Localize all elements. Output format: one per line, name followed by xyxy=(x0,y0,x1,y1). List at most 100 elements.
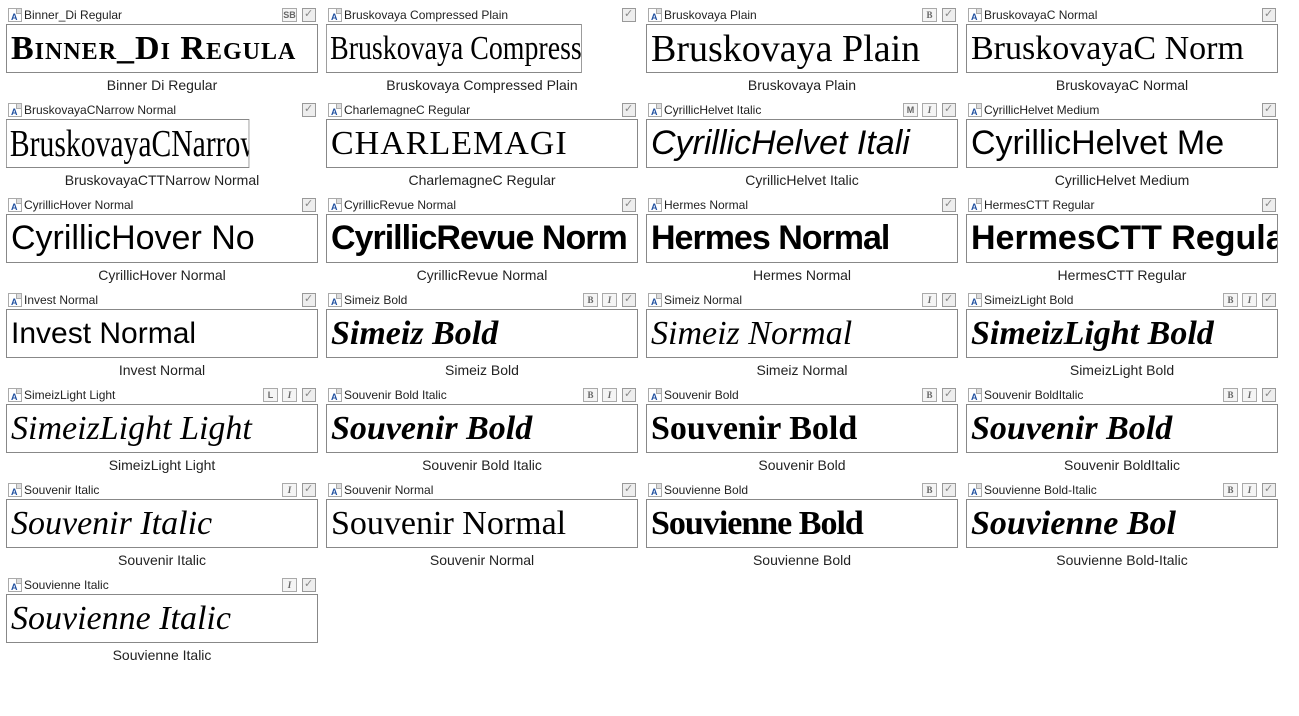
font-checkbox[interactable] xyxy=(622,103,636,117)
font-checkbox[interactable] xyxy=(302,483,316,497)
font-caption: Souvienne Bold xyxy=(646,548,958,568)
font-checkbox[interactable] xyxy=(622,198,636,212)
font-caption: BruskovayaCTTNarrow Normal xyxy=(6,168,318,188)
font-cell[interactable]: Souvienne BoldBSouvienne BoldSouvienne B… xyxy=(646,481,958,568)
font-checkbox[interactable] xyxy=(1262,8,1276,22)
font-preview[interactable]: Bruskovaya Plain xyxy=(646,24,958,73)
font-cell[interactable]: CyrillicHelvet MediumCyrillicHelvet MeCy… xyxy=(966,101,1278,188)
font-cell[interactable]: Simeiz NormalISimeiz NormalSimeiz Normal xyxy=(646,291,958,378)
font-cell[interactable]: Souvienne ItalicISouvienne ItalicSouvien… xyxy=(6,576,318,663)
font-checkbox[interactable] xyxy=(942,293,956,307)
font-cell[interactable]: SimeizLight BoldBISimeizLight BoldSimeiz… xyxy=(966,291,1278,378)
font-cell[interactable]: SimeizLight LightLISimeizLight LightSime… xyxy=(6,386,318,473)
font-title: Simeiz Bold xyxy=(344,293,579,307)
font-checkbox[interactable] xyxy=(622,388,636,402)
font-preview[interactable]: Souvenir Italic xyxy=(6,499,318,548)
font-preview[interactable]: CHARLEMAGI xyxy=(326,119,638,168)
font-cell[interactable]: Souvienne Bold-ItalicBISouvienne BolSouv… xyxy=(966,481,1278,568)
font-preview[interactable]: Simeiz Bold xyxy=(326,309,638,358)
style-badge: I xyxy=(1242,293,1257,307)
font-checkbox[interactable] xyxy=(942,198,956,212)
font-preview[interactable]: Binner_Di Regula xyxy=(6,24,318,73)
font-title: CharlemagneC Regular xyxy=(344,103,617,117)
font-caption: Bruskovaya Plain xyxy=(646,73,958,93)
font-checkbox[interactable] xyxy=(942,388,956,402)
font-cell[interactable]: CyrillicRevue NormalCyrillicRevue NormCy… xyxy=(326,196,638,283)
font-preview[interactable]: BruskovayaC Norm xyxy=(966,24,1278,73)
font-cell[interactable]: CyrillicHover NormalCyrillicHover NoCyri… xyxy=(6,196,318,283)
font-checkbox[interactable] xyxy=(1262,388,1276,402)
font-checkbox[interactable] xyxy=(942,8,956,22)
font-cell[interactable]: Invest NormalInvest NormalInvest Normal xyxy=(6,291,318,378)
font-header-row: SimeizLight BoldBI xyxy=(966,291,1278,309)
font-preview[interactable]: Souvienne Bold xyxy=(646,499,958,548)
font-cell[interactable]: Souvenir NormalSouvenir NormalSouvenir N… xyxy=(326,481,638,568)
font-checkbox[interactable] xyxy=(622,293,636,307)
font-preview[interactable]: CyrillicHelvet Itali xyxy=(646,119,958,168)
font-checkbox[interactable] xyxy=(302,8,316,22)
font-preview[interactable]: CyrillicRevue Norm xyxy=(326,214,638,263)
font-preview[interactable]: BruskovayaCNarrow Norma xyxy=(6,119,249,168)
font-cell[interactable]: BruskovayaCNarrow NormalBruskovayaCNarro… xyxy=(6,101,318,188)
font-header-row: Souvenir ItalicI xyxy=(6,481,318,499)
font-checkbox[interactable] xyxy=(302,198,316,212)
font-caption: Binner Di Regular xyxy=(6,73,318,93)
font-preview[interactable]: Souvenir Bold xyxy=(966,404,1278,453)
font-caption: Hermes Normal xyxy=(646,263,958,283)
font-checkbox[interactable] xyxy=(302,578,316,592)
font-header-row: Souvenir BoldItalicBI xyxy=(966,386,1278,404)
font-header-row: Invest Normal xyxy=(6,291,318,309)
font-title: Souvienne Bold-Italic xyxy=(984,483,1219,497)
font-checkbox[interactable] xyxy=(302,293,316,307)
font-checkbox[interactable] xyxy=(1262,103,1276,117)
font-cell[interactable]: BruskovayaC NormalBruskovayaC NormBrusko… xyxy=(966,6,1278,93)
font-preview[interactable]: Simeiz Normal xyxy=(646,309,958,358)
style-badge: B xyxy=(922,388,937,402)
font-header-row: Simeiz NormalI xyxy=(646,291,958,309)
font-header-row: Hermes Normal xyxy=(646,196,958,214)
font-cell[interactable]: CharlemagneC RegularCHARLEMAGICharlemagn… xyxy=(326,101,638,188)
font-checkbox[interactable] xyxy=(302,388,316,402)
font-checkbox[interactable] xyxy=(1262,483,1276,497)
font-file-icon xyxy=(328,8,342,22)
font-cell[interactable]: Bruskovaya PlainBBruskovaya PlainBruskov… xyxy=(646,6,958,93)
font-file-icon xyxy=(8,103,22,117)
font-preview[interactable]: CyrillicHover No xyxy=(6,214,318,263)
font-cell[interactable]: Souvenir Bold ItalicBISouvenir BoldSouve… xyxy=(326,386,638,473)
font-checkbox[interactable] xyxy=(622,483,636,497)
font-checkbox[interactable] xyxy=(1262,198,1276,212)
style-badge: I xyxy=(282,483,297,497)
font-cell[interactable]: Souvenir BoldItalicBISouvenir Bold Souven… xyxy=(966,386,1278,473)
font-preview[interactable]: Invest Normal xyxy=(6,309,318,358)
font-preview[interactable]: Souvienne Italic xyxy=(6,594,318,643)
font-cell[interactable]: Souvenir BoldBSouvenir BoldSouvenir Bold xyxy=(646,386,958,473)
font-preview[interactable]: Souvenir Bold xyxy=(646,404,958,453)
font-preview[interactable]: Souvenir Normal xyxy=(326,499,638,548)
font-cell[interactable]: Binner_Di RegularSBBinner_Di RegulaBinne… xyxy=(6,6,318,93)
font-preview[interactable]: SimeizLight Light xyxy=(6,404,318,453)
font-checkbox[interactable] xyxy=(942,483,956,497)
font-preview[interactable]: Bruskovaya Compressed Pla xyxy=(326,24,582,73)
font-header-row: Souvienne ItalicI xyxy=(6,576,318,594)
font-preview[interactable]: SimeizLight Bold xyxy=(966,309,1278,358)
font-checkbox[interactable] xyxy=(302,103,316,117)
font-checkbox[interactable] xyxy=(942,103,956,117)
font-title: BruskovayaC Normal xyxy=(984,8,1257,22)
font-preview[interactable]: Hermes Normal xyxy=(646,214,958,263)
font-cell[interactable]: HermesCTT RegularHermesCTT RegularHermes… xyxy=(966,196,1278,283)
style-badge: B xyxy=(583,388,598,402)
font-checkbox[interactable] xyxy=(622,8,636,22)
font-preview[interactable]: HermesCTT Regular xyxy=(966,214,1278,263)
font-checkbox[interactable] xyxy=(1262,293,1276,307)
font-cell[interactable]: CyrillicHelvet ItalicMICyrillicHelvet It… xyxy=(646,101,958,188)
font-cell[interactable]: Bruskovaya Compressed PlainBruskovaya Co… xyxy=(326,6,638,93)
font-preview[interactable]: Souvenir Bold xyxy=(326,404,638,453)
style-badge: I xyxy=(922,103,937,117)
font-cell[interactable]: Souvenir ItalicISouvenir ItalicSouvenir … xyxy=(6,481,318,568)
font-preview[interactable]: CyrillicHelvet Me xyxy=(966,119,1278,168)
font-cell[interactable]: Hermes NormalHermes NormalHermes Normal xyxy=(646,196,958,283)
font-cell[interactable]: Simeiz BoldBISimeiz BoldSimeiz Bold xyxy=(326,291,638,378)
font-preview[interactable]: Souvienne Bol xyxy=(966,499,1278,548)
font-title: Souvenir BoldItalic xyxy=(984,388,1219,402)
font-caption: Souvenir Bold xyxy=(646,453,958,473)
